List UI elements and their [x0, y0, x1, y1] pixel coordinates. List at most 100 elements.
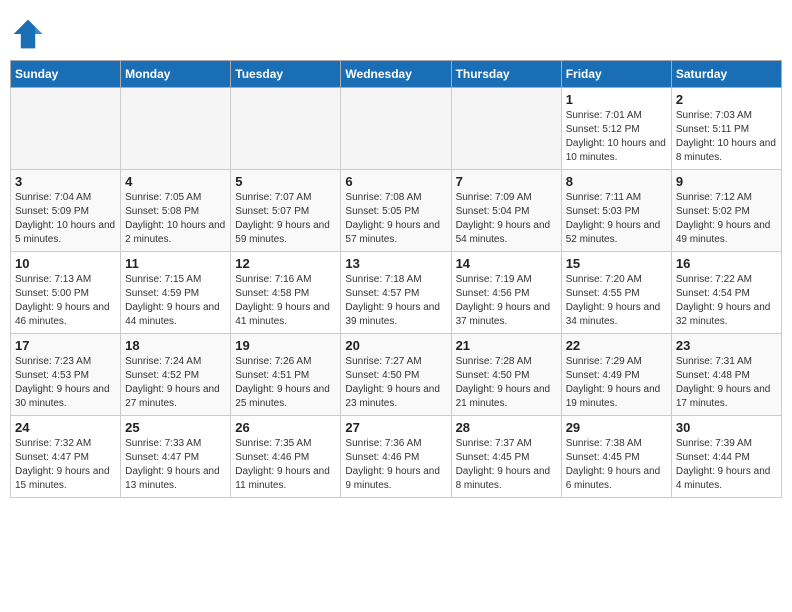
calendar-cell: 30 Sunrise: 7:39 AM Sunset: 4:44 PM Dayli…	[671, 416, 781, 498]
day-info: Sunrise: 7:23 AM Sunset: 4:53 PM Dayligh…	[15, 355, 116, 411]
day-info: Sunrise: 7:31 AM Sunset: 4:48 PM Dayligh…	[676, 355, 777, 411]
calendar-cell: 8 Sunrise: 7:11 AM Sunset: 5:03 PM Daylig…	[561, 170, 671, 252]
calendar-cell: 6 Sunrise: 7:08 AM Sunset: 5:05 PM Daylig…	[341, 170, 451, 252]
day-info: Sunrise: 7:33 AM Sunset: 4:47 PM Dayligh…	[125, 437, 226, 493]
calendar-cell	[451, 88, 561, 170]
calendar-cell: 18Sunrise: 7:24 AM Sunset: 4:52 PM Dayli…	[121, 334, 231, 416]
day-number: 21	[456, 338, 557, 353]
calendar-cell: 17Sunrise: 7:23 AM Sunset: 4:53 PM Dayli…	[11, 334, 121, 416]
calendar-cell: 29 Sunrise: 7:38 AM Sunset: 4:45 PM Dayli…	[561, 416, 671, 498]
day-info: Sunrise: 7:29 AM Sunset: 4:49 PM Dayligh…	[566, 355, 667, 411]
day-info: Sunrise: 7:09 AM Sunset: 5:04 PM Dayligh…	[456, 191, 557, 247]
weekday-header: Monday	[121, 61, 231, 88]
day-number: 27	[345, 420, 446, 435]
calendar-cell: 2 Sunrise: 7:03 AM Sunset: 5:11 PM Daylig…	[671, 88, 781, 170]
calendar-cell	[231, 88, 341, 170]
calendar-cell: 4 Sunrise: 7:05 AM Sunset: 5:08 PM Daylig…	[121, 170, 231, 252]
calendar-cell: 13Sunrise: 7:18 AM Sunset: 4:57 PM Dayli…	[341, 252, 451, 334]
calendar-table: SundayMondayTuesdayWednesdayThursdayFrid…	[10, 60, 782, 498]
logo	[10, 16, 50, 52]
weekday-header: Saturday	[671, 61, 781, 88]
day-info: Sunrise: 7:01 AM Sunset: 5:12 PM Dayligh…	[566, 109, 667, 165]
calendar-cell: 28 Sunrise: 7:37 AM Sunset: 4:45 PM Dayli…	[451, 416, 561, 498]
calendar-cell	[341, 88, 451, 170]
logo-icon	[10, 16, 46, 52]
day-number: 4	[125, 174, 226, 189]
day-number: 20	[345, 338, 446, 353]
day-number: 10	[15, 256, 116, 271]
day-info: Sunrise: 7:12 AM Sunset: 5:02 PM Dayligh…	[676, 191, 777, 247]
day-number: 19	[235, 338, 336, 353]
day-info: Sunrise: 7:16 AM Sunset: 4:58 PM Dayligh…	[235, 273, 336, 329]
calendar-cell: 24 Sunrise: 7:32 AM Sunset: 4:47 PM Dayli…	[11, 416, 121, 498]
calendar-cell: 3 Sunrise: 7:04 AM Sunset: 5:09 PM Daylig…	[11, 170, 121, 252]
day-info: Sunrise: 7:11 AM Sunset: 5:03 PM Dayligh…	[566, 191, 667, 247]
calendar-week-row: 3 Sunrise: 7:04 AM Sunset: 5:09 PM Daylig…	[11, 170, 782, 252]
day-number: 6	[345, 174, 446, 189]
day-number: 2	[676, 92, 777, 107]
day-info: Sunrise: 7:24 AM Sunset: 4:52 PM Dayligh…	[125, 355, 226, 411]
day-number: 29	[566, 420, 667, 435]
day-number: 24	[15, 420, 116, 435]
calendar-cell: 10Sunrise: 7:13 AM Sunset: 5:00 PM Dayli…	[11, 252, 121, 334]
calendar-cell: 20 Sunrise: 7:27 AM Sunset: 4:50 PM Dayli…	[341, 334, 451, 416]
day-info: Sunrise: 7:04 AM Sunset: 5:09 PM Dayligh…	[15, 191, 116, 247]
day-info: Sunrise: 7:03 AM Sunset: 5:11 PM Dayligh…	[676, 109, 777, 165]
calendar-cell: 19 Sunrise: 7:26 AM Sunset: 4:51 PM Dayli…	[231, 334, 341, 416]
day-info: Sunrise: 7:28 AM Sunset: 4:50 PM Dayligh…	[456, 355, 557, 411]
day-info: Sunrise: 7:18 AM Sunset: 4:57 PM Dayligh…	[345, 273, 446, 329]
calendar-cell: 7 Sunrise: 7:09 AM Sunset: 5:04 PM Daylig…	[451, 170, 561, 252]
calendar-cell: 14 Sunrise: 7:19 AM Sunset: 4:56 PM Dayli…	[451, 252, 561, 334]
day-info: Sunrise: 7:05 AM Sunset: 5:08 PM Dayligh…	[125, 191, 226, 247]
calendar-cell: 1 Sunrise: 7:01 AM Sunset: 5:12 PM Daylig…	[561, 88, 671, 170]
calendar-cell	[11, 88, 121, 170]
day-number: 25	[125, 420, 226, 435]
day-info: Sunrise: 7:07 AM Sunset: 5:07 PM Dayligh…	[235, 191, 336, 247]
calendar-week-row: 10Sunrise: 7:13 AM Sunset: 5:00 PM Dayli…	[11, 252, 782, 334]
day-info: Sunrise: 7:37 AM Sunset: 4:45 PM Dayligh…	[456, 437, 557, 493]
calendar-cell: 25 Sunrise: 7:33 AM Sunset: 4:47 PM Dayli…	[121, 416, 231, 498]
day-info: Sunrise: 7:19 AM Sunset: 4:56 PM Dayligh…	[456, 273, 557, 329]
day-number: 23	[676, 338, 777, 353]
calendar-cell: 26Sunrise: 7:35 AM Sunset: 4:46 PM Dayli…	[231, 416, 341, 498]
day-number: 14	[456, 256, 557, 271]
calendar-week-row: 24 Sunrise: 7:32 AM Sunset: 4:47 PM Dayli…	[11, 416, 782, 498]
day-number: 28	[456, 420, 557, 435]
day-info: Sunrise: 7:22 AM Sunset: 4:54 PM Dayligh…	[676, 273, 777, 329]
calendar-cell: 5 Sunrise: 7:07 AM Sunset: 5:07 PM Daylig…	[231, 170, 341, 252]
calendar-cell: 23 Sunrise: 7:31 AM Sunset: 4:48 PM Dayli…	[671, 334, 781, 416]
day-number: 8	[566, 174, 667, 189]
weekday-header: Sunday	[11, 61, 121, 88]
weekday-header: Thursday	[451, 61, 561, 88]
day-number: 7	[456, 174, 557, 189]
calendar-cell: 9Sunrise: 7:12 AM Sunset: 5:02 PM Daylig…	[671, 170, 781, 252]
calendar-cell: 15Sunrise: 7:20 AM Sunset: 4:55 PM Dayli…	[561, 252, 671, 334]
calendar-cell: 21 Sunrise: 7:28 AM Sunset: 4:50 PM Dayli…	[451, 334, 561, 416]
calendar-header-row: SundayMondayTuesdayWednesdayThursdayFrid…	[11, 61, 782, 88]
day-info: Sunrise: 7:32 AM Sunset: 4:47 PM Dayligh…	[15, 437, 116, 493]
calendar-cell: 11 Sunrise: 7:15 AM Sunset: 4:59 PM Dayli…	[121, 252, 231, 334]
day-number: 11	[125, 256, 226, 271]
calendar-week-row: 17Sunrise: 7:23 AM Sunset: 4:53 PM Dayli…	[11, 334, 782, 416]
day-info: Sunrise: 7:27 AM Sunset: 4:50 PM Dayligh…	[345, 355, 446, 411]
calendar-cell	[121, 88, 231, 170]
day-number: 30	[676, 420, 777, 435]
weekday-header: Friday	[561, 61, 671, 88]
day-number: 22	[566, 338, 667, 353]
day-number: 26	[235, 420, 336, 435]
day-number: 3	[15, 174, 116, 189]
day-number: 5	[235, 174, 336, 189]
day-info: Sunrise: 7:26 AM Sunset: 4:51 PM Dayligh…	[235, 355, 336, 411]
day-info: Sunrise: 7:39 AM Sunset: 4:44 PM Dayligh…	[676, 437, 777, 493]
weekday-header: Wednesday	[341, 61, 451, 88]
day-info: Sunrise: 7:38 AM Sunset: 4:45 PM Dayligh…	[566, 437, 667, 493]
day-number: 16	[676, 256, 777, 271]
day-info: Sunrise: 7:15 AM Sunset: 4:59 PM Dayligh…	[125, 273, 226, 329]
day-info: Sunrise: 7:20 AM Sunset: 4:55 PM Dayligh…	[566, 273, 667, 329]
calendar-body: 1 Sunrise: 7:01 AM Sunset: 5:12 PM Daylig…	[11, 88, 782, 498]
calendar-cell: 16 Sunrise: 7:22 AM Sunset: 4:54 PM Dayli…	[671, 252, 781, 334]
weekday-header: Tuesday	[231, 61, 341, 88]
day-info: Sunrise: 7:36 AM Sunset: 4:46 PM Dayligh…	[345, 437, 446, 493]
day-info: Sunrise: 7:08 AM Sunset: 5:05 PM Dayligh…	[345, 191, 446, 247]
day-number: 1	[566, 92, 667, 107]
